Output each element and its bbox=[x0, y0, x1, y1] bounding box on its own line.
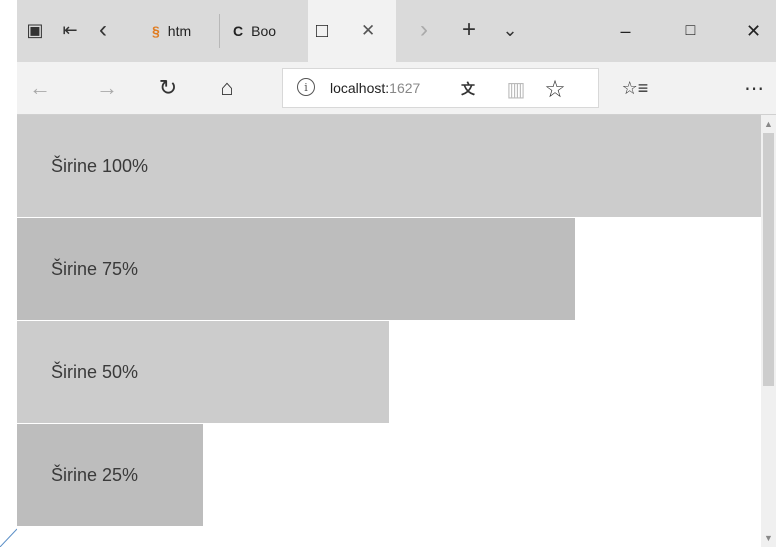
html-favicon-icon: § bbox=[152, 23, 160, 39]
tabs-scroll-left-icon[interactable]: ‹ bbox=[88, 10, 118, 50]
forward-icon[interactable]: → bbox=[87, 68, 127, 108]
minimize-icon[interactable]: – bbox=[603, 0, 648, 62]
scroll-down-icon[interactable]: ▼ bbox=[761, 529, 776, 547]
width-bar-50: Širine 50% bbox=[17, 321, 389, 423]
width-bar-label: Širine 50% bbox=[51, 361, 139, 382]
tab-boo[interactable]: C Boo bbox=[220, 0, 305, 62]
new-tab-icon[interactable]: + bbox=[454, 10, 484, 50]
url-text: localhost:1627 bbox=[330, 80, 421, 96]
width-bar-label: Širine 75% bbox=[51, 258, 139, 279]
set-tabs-aside-icon[interactable]: ⇤ bbox=[55, 10, 85, 50]
scroll-thumb[interactable] bbox=[763, 133, 774, 386]
navigation-bar: ← → ↻ ⌂ i localhost:1627 文 ▥ ☆ ☆≡ ⋯ bbox=[17, 62, 776, 115]
page-content: Širine 100% Širine 75% Širine 50% Širine 25… bbox=[17, 115, 761, 547]
tab-active[interactable]: □ ✕ bbox=[308, 0, 396, 62]
close-tab-icon[interactable]: ✕ bbox=[361, 21, 375, 41]
scroll-up-icon[interactable]: ▲ bbox=[761, 115, 776, 133]
width-bar-100: Širine 100% bbox=[17, 115, 761, 217]
vertical-scrollbar[interactable]: ▲ ▼ bbox=[761, 115, 776, 547]
c-favicon-icon: C bbox=[233, 23, 244, 39]
tab-htm[interactable]: § htm bbox=[146, 0, 218, 62]
tab-label: htm bbox=[167, 23, 192, 39]
browser-window: ▣ ⇤ ‹ § htm C Boo □ ✕ › + ⌄ – □ ✕ ← → ↻ … bbox=[17, 0, 776, 547]
width-bar-75: Širine 75% bbox=[17, 218, 575, 320]
tab-list-icon[interactable]: ⌄ bbox=[495, 10, 525, 50]
translate-icon[interactable]: 文 bbox=[453, 73, 483, 105]
refresh-icon[interactable]: ↻ bbox=[148, 68, 188, 108]
reading-view-icon[interactable]: ▥ bbox=[501, 73, 531, 105]
back-icon[interactable]: ← bbox=[20, 68, 60, 108]
address-bar[interactable]: i localhost:1627 文 ▥ ☆ bbox=[282, 68, 599, 108]
maximize-icon[interactable]: □ bbox=[668, 0, 713, 62]
favorite-star-icon[interactable]: ☆ bbox=[540, 73, 570, 105]
width-bar-25: Širine 25% bbox=[17, 424, 203, 526]
width-bar-label: Širine 100% bbox=[51, 155, 149, 176]
home-icon[interactable]: ⌂ bbox=[207, 68, 247, 108]
favorites-hub-icon[interactable]: ☆≡ bbox=[615, 68, 655, 108]
width-bar-label: Širine 25% bbox=[51, 464, 139, 485]
close-window-icon[interactable]: ✕ bbox=[731, 0, 776, 62]
tabs-scroll-right-icon[interactable]: › bbox=[409, 10, 439, 50]
tab-preview-icon[interactable]: ▣ bbox=[20, 10, 50, 50]
tab-label: Boo bbox=[251, 23, 277, 39]
tab-strip: ▣ ⇤ ‹ § htm C Boo □ ✕ › + ⌄ – □ ✕ bbox=[17, 0, 776, 62]
more-icon[interactable]: ⋯ bbox=[734, 68, 774, 108]
tab-window-icon: □ bbox=[316, 19, 329, 42]
site-info-icon[interactable]: i bbox=[297, 78, 315, 96]
